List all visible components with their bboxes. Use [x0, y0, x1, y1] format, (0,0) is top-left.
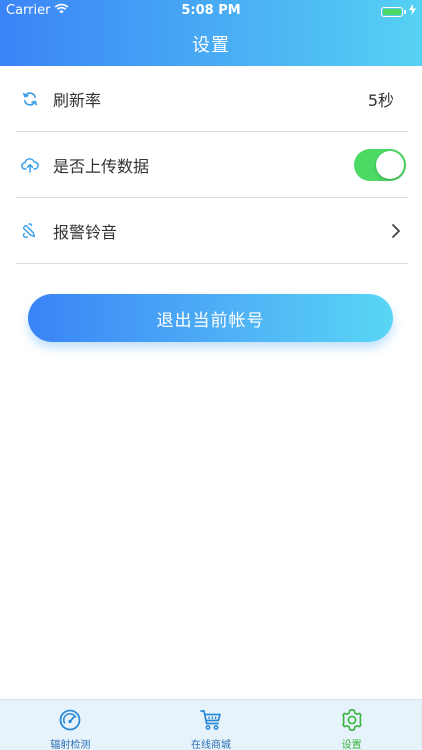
- tab-label-online-mall: 在线商城: [191, 740, 231, 750]
- logout-button[interactable]: 退出当前帐号: [28, 294, 393, 342]
- settings-list: 刷新率 5秒 是否上传数据 报警铃音: [0, 66, 422, 264]
- status-time: 5:08 PM: [181, 3, 241, 18]
- setting-label-refresh-rate: 刷新率: [53, 90, 102, 110]
- refresh-icon: [19, 88, 41, 110]
- tab-bar: 辐射检测 在线商城 设置: [0, 699, 422, 750]
- gear-icon: [340, 708, 364, 732]
- tab-label-radiation-detection: 辐射检测: [50, 740, 91, 750]
- charging-icon: [409, 4, 416, 19]
- status-bar: Carrier 5:08 PM: [0, 0, 422, 22]
- setting-upload-data: 是否上传数据: [16, 132, 408, 198]
- tab-radiation-detection[interactable]: 辐射检测: [0, 700, 141, 750]
- cart-icon: [199, 708, 223, 732]
- refresh-rate-value: 5秒: [367, 90, 394, 110]
- tab-settings[interactable]: 设置: [281, 700, 422, 750]
- bell-icon: [19, 220, 41, 242]
- tab-label-settings: 设置: [341, 740, 362, 750]
- cloud-upload-icon: [19, 154, 41, 176]
- header: Carrier 5:08 PM 设置: [0, 0, 422, 66]
- battery-icon: [381, 6, 403, 17]
- setting-alarm-ringtone[interactable]: 报警铃音: [16, 198, 408, 264]
- setting-refresh-rate[interactable]: 刷新率 5秒: [16, 66, 408, 132]
- upload-data-toggle[interactable]: [354, 148, 406, 181]
- tab-online-mall[interactable]: 在线商城: [141, 700, 282, 750]
- toggle-knob: [376, 150, 404, 179]
- setting-label-alarm-ringtone: 报警铃音: [53, 222, 118, 242]
- settings-screen: Carrier 5:08 PM 设置 刷新率 5秒 是否上传数据 报警铃音 退出…: [0, 0, 422, 750]
- setting-label-upload-data: 是否上传数据: [53, 156, 150, 176]
- gauge-icon: [58, 708, 82, 732]
- chevron-right-icon: [390, 222, 402, 240]
- battery-indicator: [381, 4, 416, 19]
- page-title: 设置: [192, 35, 230, 56]
